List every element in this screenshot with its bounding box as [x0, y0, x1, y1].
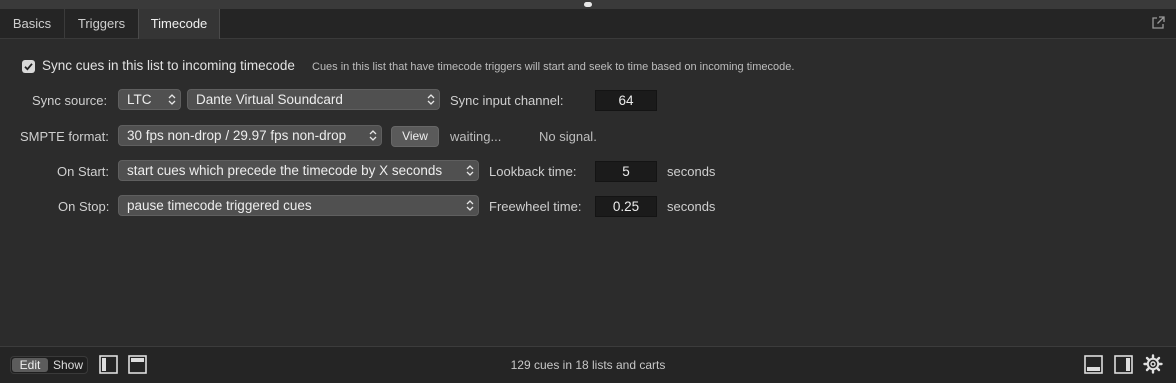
sync-device-value: Dante Virtual Soundcard — [196, 92, 343, 107]
cue-count-status: 129 cues in 18 lists and carts — [510, 358, 666, 372]
freewheel-time-field[interactable]: 0.25 — [595, 196, 657, 217]
sync-source-type-select[interactable]: LTC — [118, 89, 181, 110]
popout-icon[interactable] — [1150, 15, 1166, 31]
on-stop-label: On Stop: — [58, 199, 110, 214]
freewheel-time-label: Freewheel time: — [489, 199, 582, 214]
lookback-time-field[interactable]: 5 — [595, 161, 657, 182]
stepper-arrows-icon — [466, 200, 474, 211]
smpte-format-select[interactable]: 30 fps non-drop / 29.97 fps non-drop — [118, 125, 382, 146]
on-start-value: start cues which precede the timecode by… — [127, 163, 443, 178]
on-start-label: On Start: — [57, 164, 110, 179]
stepper-arrows-icon — [427, 94, 435, 105]
sync-checkbox-label[interactable]: Sync cues in this list to incoming timec… — [42, 58, 295, 73]
sync-channel-field[interactable]: 64 — [595, 90, 657, 111]
checkmark-icon — [24, 63, 33, 71]
stepper-arrows-icon — [168, 94, 176, 105]
lookback-unit: seconds — [667, 164, 716, 179]
smpte-status-waiting: waiting... — [450, 129, 502, 144]
sync-description: Cues in this list that have timecode tri… — [312, 61, 795, 73]
freewheel-unit: seconds — [667, 199, 716, 214]
view-button[interactable]: View — [391, 126, 439, 147]
tab-basics[interactable]: Basics — [0, 9, 65, 38]
on-stop-select[interactable]: pause timecode triggered cues — [118, 195, 479, 216]
sync-channel-label: Sync input channel: — [450, 93, 564, 108]
tab-bar: Basics Triggers Timecode — [0, 9, 1176, 39]
smpte-format-label: SMPTE format: — [20, 129, 109, 144]
smpte-status-signal: No signal. — [539, 129, 597, 144]
gear-icon[interactable] — [1143, 354, 1163, 379]
sync-checkbox[interactable] — [22, 60, 35, 73]
tab-triggers[interactable]: Triggers — [65, 9, 139, 38]
stepper-arrows-icon — [369, 130, 377, 141]
stepper-arrows-icon — [466, 165, 474, 176]
panel-bottom-icon[interactable] — [1084, 355, 1103, 379]
lookback-time-label: Lookback time: — [489, 164, 577, 179]
tab-timecode[interactable]: Timecode — [138, 9, 220, 39]
sync-device-select[interactable]: Dante Virtual Soundcard — [187, 89, 440, 110]
on-start-select[interactable]: start cues which precede the timecode by… — [118, 160, 479, 181]
sync-source-type-value: LTC — [127, 92, 152, 107]
footer-bar: Edit Show 129 cues in 18 lists and carts — [0, 346, 1176, 383]
sync-source-label: Sync source: — [32, 93, 108, 108]
on-stop-value: pause timecode triggered cues — [127, 198, 312, 213]
smpte-format-value: 30 fps non-drop / 29.97 fps non-drop — [127, 128, 347, 143]
sidebar-right-icon[interactable] — [1114, 355, 1133, 379]
resize-handle[interactable] — [584, 2, 592, 7]
